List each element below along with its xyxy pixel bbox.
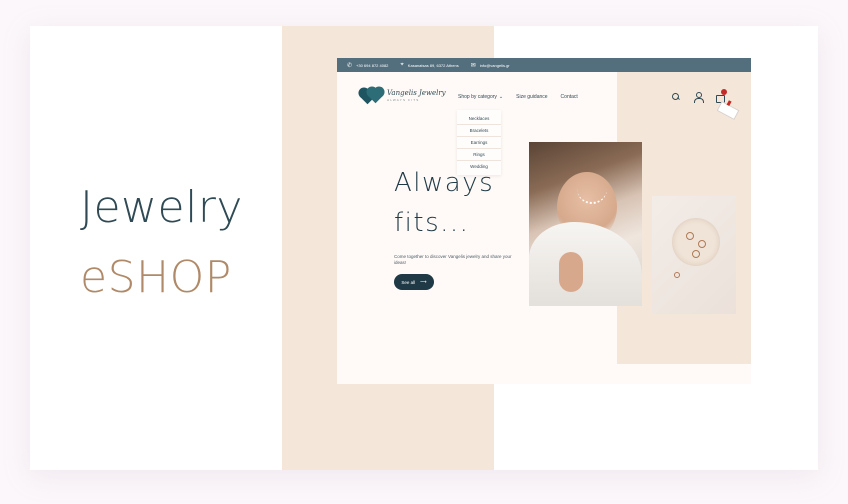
headline-eshop: eSHOP [80, 252, 232, 303]
chevron-down-icon: ⌄ [498, 94, 504, 100]
location-icon: ⌖ [400, 61, 404, 68]
nav-size-guidance[interactable]: Size guidance [516, 94, 547, 100]
hero-title-line2: fits... [394, 208, 470, 238]
main-nav: Shop by category ⌄ Size guidance Contact [458, 94, 578, 100]
dropdown-item-bracelets[interactable]: Bracelets [457, 125, 501, 137]
user-icon[interactable] [693, 92, 704, 103]
cart-badge [721, 89, 727, 95]
search-icon[interactable] [671, 92, 681, 102]
cta-label: See all [401, 279, 416, 285]
contact-topbar: ✆ +30 694 872 4082 ⌖ Kasanatsas 89, 6372… [337, 58, 751, 72]
mail-icon: ✉ [470, 62, 476, 69]
address-text: Kasanatsas 89, 6372 Athens [407, 62, 459, 68]
category-dropdown: Necklaces Bracelets Earrings Rings Weddi… [457, 110, 501, 175]
phone-icon: ✆ [347, 62, 353, 69]
model-photo [529, 142, 642, 306]
topbar-address[interactable]: ⌖ Kasanatsas 89, 6372 Athens [400, 62, 458, 69]
logo-tagline: ALWAYS FITS [387, 97, 420, 102]
email-text: info@vangelis.gr [479, 62, 510, 68]
hero-title-line1: Always [394, 168, 495, 198]
nav-shop-label: Shop by category [458, 94, 497, 100]
logo-name: Vangelis Jewelry [387, 88, 446, 97]
headline-jewelry: Jewelry [80, 182, 243, 233]
see-all-button[interactable]: See all ⟶ [394, 274, 434, 290]
nav-shop-by-category[interactable]: Shop by category ⌄ [458, 94, 503, 100]
dropdown-item-necklaces[interactable]: Necklaces [457, 113, 501, 125]
website-mockup: ✆ +30 694 872 4082 ⌖ Kasanatsas 89, 6372… [337, 58, 751, 384]
phone-text: +30 694 872 4082 [356, 62, 389, 68]
hearts-logo-icon [357, 86, 384, 105]
rings-plate-photo [652, 196, 736, 314]
dropdown-item-rings[interactable]: Rings [457, 149, 501, 161]
arrow-right-icon: ⟶ [420, 279, 427, 284]
nav-contact[interactable]: Contact [561, 94, 578, 100]
brand-logo[interactable]: Vangelis Jewelry ALWAYS FITS [357, 86, 446, 105]
hero-subtitle: Come together to discover Vangelis jewel… [394, 254, 512, 265]
header-icons [671, 89, 727, 103]
topbar-email[interactable]: ✉ info@vangelis.gr [471, 62, 510, 69]
dropdown-item-earrings[interactable]: Earrings [457, 137, 501, 149]
topbar-phone[interactable]: ✆ +30 694 872 4082 [347, 62, 388, 69]
cart-icon[interactable] [715, 89, 727, 103]
